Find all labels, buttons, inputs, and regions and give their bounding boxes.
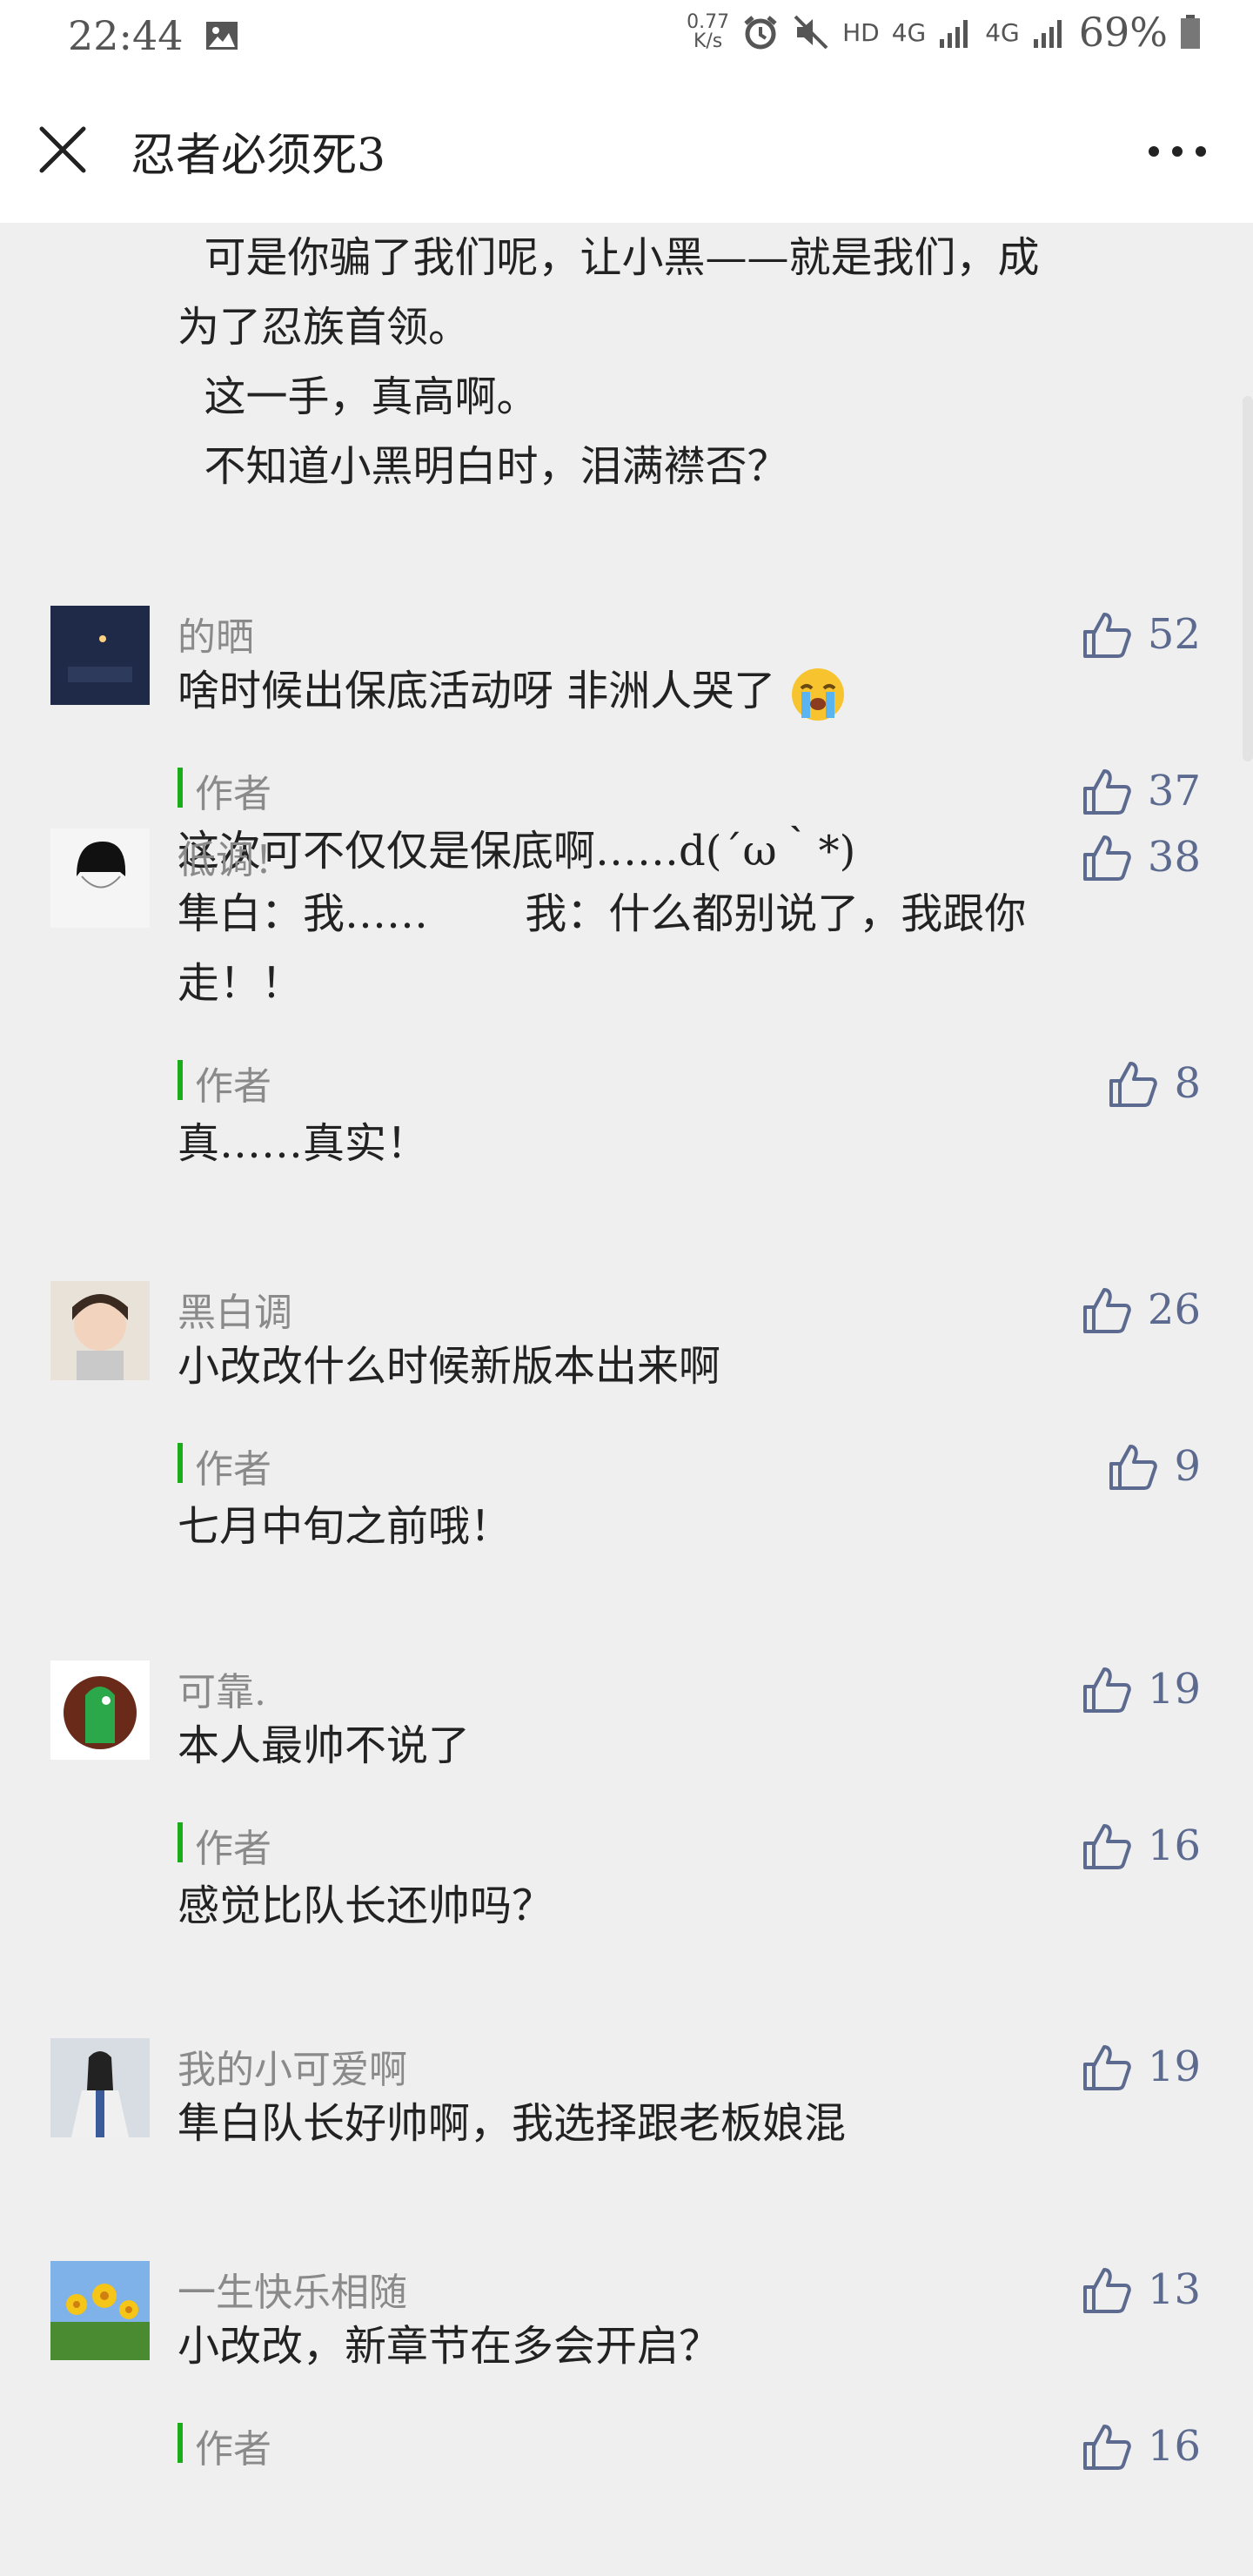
like-button[interactable]: 13 xyxy=(1082,2264,1201,2315)
thumbs-up-icon xyxy=(1109,1062,1158,1107)
commenter-name[interactable]: 一生快乐相随 xyxy=(178,2261,407,2317)
article-text-excerpt: 可是你骗了我们呢，让小黑——就是我们，成 为了忍族首领。 这一手，真高啊。 不知… xyxy=(178,233,1040,491)
status-time: 22:44 xyxy=(68,12,184,59)
thumbs-up-icon xyxy=(1082,2045,1131,2090)
thumbs-up-icon xyxy=(1082,1288,1131,1333)
battery-icon xyxy=(1181,15,1200,49)
more-options-icon[interactable] xyxy=(1145,143,1209,160)
comment-text: 小改改什么时候新版本出来啊 xyxy=(178,1342,721,1391)
hd-indicator: HD xyxy=(842,17,880,47)
signal-icon-2 xyxy=(1033,20,1062,48)
comment-text: 隼白队长好帅啊，我选择跟老板娘混 xyxy=(178,2099,847,2148)
alarm-icon xyxy=(744,16,777,50)
thumbs-up-icon xyxy=(1082,613,1131,658)
author-reply-text: 这次可不仅仅是保底啊……d(´ω｀*) xyxy=(178,827,856,875)
avatar[interactable] xyxy=(50,2261,150,2360)
thumbs-up-icon xyxy=(1082,1824,1131,1869)
author-reply-text: 感觉比队长还帅吗？ xyxy=(178,1882,554,1930)
author-reply-label: 作者 xyxy=(178,1817,271,1873)
author-reply-text: 真……真实！ xyxy=(178,1119,429,1168)
battery-percent: 69% xyxy=(1078,9,1168,56)
network-speed: 0.77 K/s xyxy=(687,11,730,52)
thumbs-up-icon xyxy=(1082,2425,1131,2470)
commenter-name[interactable]: 我的小可爱啊 xyxy=(178,2038,407,2094)
commenter-name[interactable]: 的晒 xyxy=(178,606,254,661)
page-title: 忍者必须死3 xyxy=(131,130,386,182)
comment-text: 啥时候出保底活动呀 非洲人哭了 xyxy=(178,656,1178,726)
thumbs-up-icon xyxy=(1082,769,1131,815)
close-icon[interactable] xyxy=(37,124,89,176)
like-button[interactable]: 19 xyxy=(1082,2042,1201,2092)
comment-text: 本人最帅不说了 xyxy=(178,1721,471,1770)
commenter-name[interactable]: 低调！ xyxy=(178,828,292,884)
thumbs-up-icon xyxy=(1082,2268,1131,2313)
author-reply-label: 作者 xyxy=(178,1055,271,1110)
author-reply-label: 作者 xyxy=(178,2418,271,2473)
avatar[interactable] xyxy=(50,1281,150,1380)
like-button[interactable]: 8 xyxy=(1108,1058,1201,1109)
avatar[interactable] xyxy=(50,828,150,928)
like-button[interactable]: 26 xyxy=(1082,1285,1201,1335)
author-reply-text: 七月中旬之前哦！ xyxy=(178,1502,513,1551)
thumbs-up-icon xyxy=(1082,835,1131,881)
comment-text: 小改改，新章节在多会开启？ xyxy=(178,2322,721,2371)
like-button[interactable]: 52 xyxy=(1082,609,1201,660)
avatar[interactable] xyxy=(50,2038,150,2137)
commenter-name[interactable]: 可靠. xyxy=(178,1660,266,1716)
signal-icon-1 xyxy=(940,20,968,48)
like-button[interactable]: 19 xyxy=(1082,1664,1201,1714)
author-reply-label: 作者 xyxy=(178,1438,271,1493)
network-type-1: 4G xyxy=(891,17,927,47)
mute-icon xyxy=(794,15,828,50)
like-button[interactable]: 37 xyxy=(1082,766,1201,816)
author-reply-label: 作者 xyxy=(178,762,271,818)
thumbs-up-icon xyxy=(1082,1667,1131,1713)
crying-emoji-icon xyxy=(791,667,844,721)
like-button[interactable]: 16 xyxy=(1082,2421,1201,2472)
like-button[interactable]: 16 xyxy=(1082,1821,1201,1871)
thumbs-up-icon xyxy=(1109,1445,1158,1490)
commenter-name[interactable]: 黑白调 xyxy=(178,1281,292,1337)
network-type-2: 4G xyxy=(985,17,1020,47)
top-bar: 忍者必须死3 xyxy=(0,75,1253,223)
image-notification-icon xyxy=(206,22,238,50)
status-bar: 22:44 0.77 K/s HD 4G 4G 69% xyxy=(0,0,1253,75)
like-button[interactable]: 38 xyxy=(1082,832,1201,882)
avatar[interactable] xyxy=(50,606,150,705)
comment-text: 隼白：我…… 我：什么都别说了，我跟你 走！！ xyxy=(178,889,1027,1008)
like-button[interactable]: 9 xyxy=(1108,1441,1201,1492)
avatar[interactable] xyxy=(50,1660,150,1760)
comments-feed: 可是你骗了我们呢，让小黑——就是我们，成 为了忍族首领。 这一手，真高啊。 不知… xyxy=(0,223,1253,2576)
